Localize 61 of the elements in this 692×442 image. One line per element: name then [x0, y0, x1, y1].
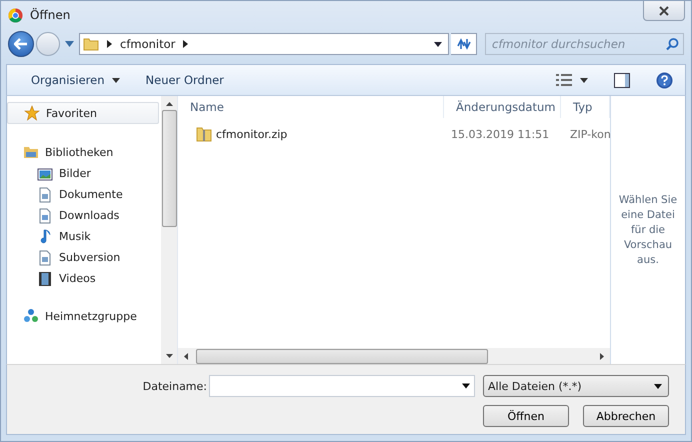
filename-label: Dateiname: — [142, 380, 207, 392]
caret-icon[interactable] — [434, 42, 442, 46]
filename-field[interactable] — [209, 375, 475, 397]
column-header[interactable]: Typ — [561, 96, 610, 118]
preview-message: Wählen Sie eine Datei für die Vorschau aus. — [618, 192, 678, 268]
folder-icon — [83, 37, 99, 51]
refresh-arrows-icon — [456, 37, 472, 51]
folder-icon — [23, 144, 39, 160]
refresh-button[interactable] — [451, 33, 477, 55]
sidebar-item[interactable]: Bibliotheken — [7, 142, 161, 162]
picture-icon — [37, 166, 53, 182]
sidebar-item[interactable]: Downloads — [7, 205, 161, 226]
caret-icon — [112, 78, 120, 82]
sidebar-item[interactable]: Favoriten — [7, 102, 159, 124]
back-button[interactable] — [8, 31, 34, 57]
scroll-down-icon[interactable] — [166, 354, 172, 358]
sidebar-item[interactable]: Dokumente — [7, 184, 161, 205]
scroll-up-icon[interactable] — [166, 102, 172, 106]
column-header[interactable]: Name — [178, 96, 444, 118]
preview-pane-icon[interactable] — [614, 72, 630, 88]
view-list-icon[interactable] — [556, 74, 572, 86]
document-icon — [37, 250, 53, 266]
chevron-right-icon — [183, 40, 188, 48]
help-icon[interactable] — [656, 72, 673, 88]
cancel-button[interactable]: Abbrechen — [583, 405, 669, 427]
caret-icon[interactable] — [462, 384, 470, 388]
address-bar[interactable]: cfmonitor — [79, 33, 449, 55]
organize-button[interactable]: Organisieren — [23, 69, 128, 91]
table-cell-text: 15.03.2019 11:51 — [450, 128, 550, 140]
scrollbar-thumb[interactable] — [196, 348, 488, 364]
arrow-left-icon — [14, 38, 28, 50]
zip-folder-icon — [196, 126, 212, 142]
search-field[interactable]: cfmonitor durchsuchen — [485, 33, 684, 55]
sidebar-item[interactable]: Heimnetzgruppe — [7, 306, 161, 326]
column-header[interactable]: Änderungsdatum — [444, 96, 561, 118]
sidebar-item[interactable]: Musik — [7, 226, 161, 247]
breadcrumb-item[interactable]: cfmonitor — [120, 37, 176, 51]
sidebar-item[interactable]: Videos — [7, 268, 161, 289]
network-icon — [23, 308, 39, 324]
window-title: Öffnen — [30, 8, 70, 22]
file-name[interactable]: cfmonitor.zip — [216, 128, 288, 140]
close-button[interactable] — [643, 1, 685, 21]
new-folder-button[interactable]: Neuer Ordner — [138, 69, 232, 91]
document-icon — [37, 208, 53, 224]
film-icon — [37, 270, 53, 286]
scroll-right-icon[interactable] — [600, 352, 604, 360]
close-icon — [659, 6, 669, 16]
scroll-left-icon[interactable] — [184, 352, 188, 360]
scrollbar-thumb[interactable] — [162, 110, 176, 227]
browser-logo-icon — [8, 8, 23, 22]
chevron-right-icon — [107, 40, 112, 48]
star-icon — [24, 105, 40, 121]
table-cell-text: ZIP-kon — [569, 128, 610, 140]
sidebar-item[interactable]: Bilder — [7, 163, 161, 184]
document-icon — [37, 186, 53, 202]
caret-icon — [654, 384, 662, 388]
open-button[interactable]: Öffnen — [483, 405, 569, 427]
caret-icon[interactable] — [580, 78, 588, 82]
search-icon — [666, 38, 679, 50]
sidebar-item[interactable]: Subversion — [7, 247, 161, 268]
file-type-dropdown[interactable]: Alle Dateien (*.*) — [483, 375, 669, 397]
